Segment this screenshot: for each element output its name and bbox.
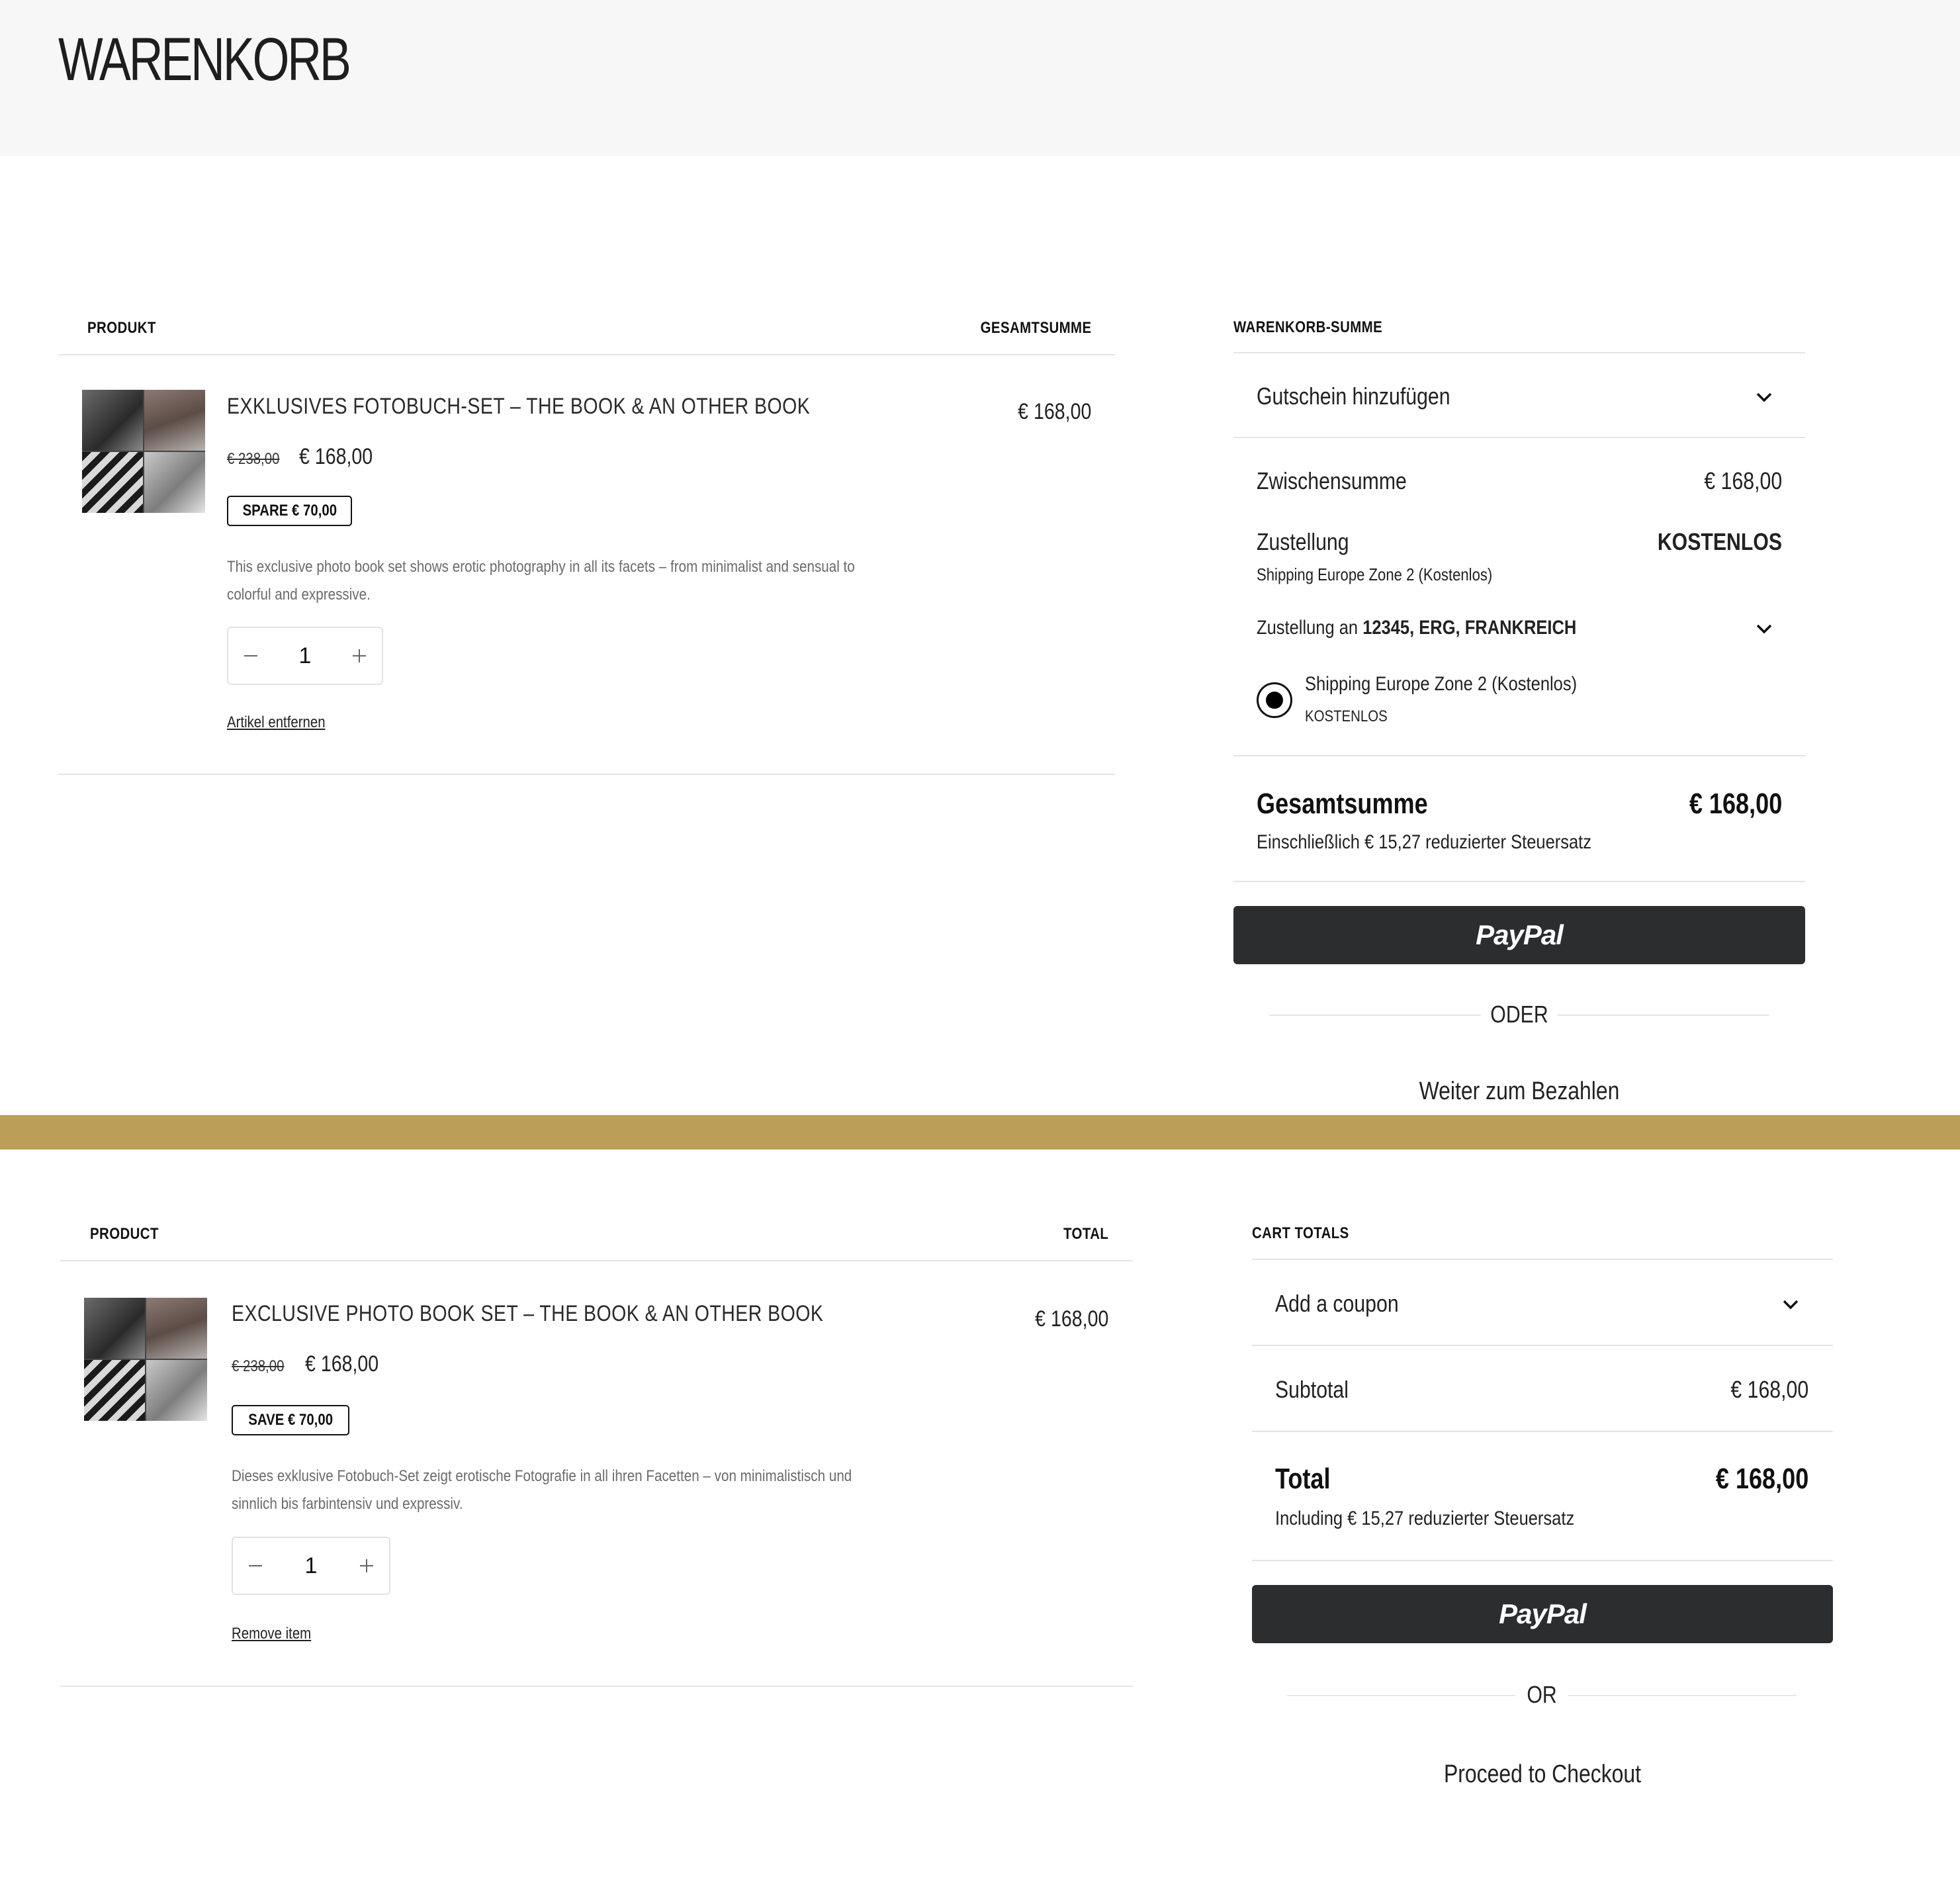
increase-quantity-button[interactable] <box>339 628 379 684</box>
summary-divider <box>1252 1560 1833 1561</box>
quantity-input[interactable]: 1 <box>271 628 339 684</box>
shipping-option-label[interactable]: Shipping Europe Zone 2 (Kostenlos) <box>1305 673 1577 696</box>
page-title: WARENKORB <box>58 26 351 93</box>
remove-item-link[interactable]: Artikel entfernen <box>227 713 326 732</box>
order-total-label: Total <box>1275 1463 1331 1495</box>
summary-divider <box>1252 1259 1833 1260</box>
product-thumbnail[interactable] <box>82 390 205 513</box>
product-description: This exclusive photo book set shows erot… <box>227 558 855 604</box>
remove-item-link[interactable]: Remove item <box>232 1625 311 1643</box>
sale-price: € 168,00 <box>305 1351 379 1377</box>
or-divider-right <box>1558 1015 1769 1016</box>
or-separator: OR <box>1527 1681 1557 1708</box>
product-name-link[interactable]: EXCLUSIVE PHOTO BOOK SET – THE BOOK & AN… <box>232 1301 823 1327</box>
tax-note: Einschließlich € 15,27 reduzierter Steue… <box>1257 831 1592 853</box>
cart-totals-heading: WARENKORB-SUMME <box>1233 318 1383 336</box>
subtotal-value: € 168,00 <box>1730 1376 1808 1403</box>
order-total-label: Gesamtsumme <box>1257 788 1428 820</box>
or-divider-right <box>1568 1695 1797 1696</box>
line-total: € 168,00 <box>1017 399 1091 424</box>
decrease-quantity-button[interactable] <box>236 1538 275 1594</box>
increase-quantity-button[interactable] <box>347 1538 386 1594</box>
regular-price: € 238,00 <box>227 450 280 468</box>
or-divider-left <box>1287 1695 1515 1696</box>
table-header-divider <box>60 1260 1133 1261</box>
column-header-total: GESAMTSUMME <box>980 319 1091 337</box>
chevron-down-icon[interactable] <box>1751 384 1777 410</box>
coupon-toggle[interactable]: Add a coupon <box>1275 1290 1399 1318</box>
section-divider <box>0 1115 1960 1150</box>
quantity-input[interactable]: 1 <box>275 1538 347 1594</box>
regular-price: € 238,00 <box>232 1357 285 1375</box>
quantity-stepper: 1 <box>232 1537 390 1595</box>
minus-icon <box>249 1565 262 1566</box>
subtotal-label: Subtotal <box>1275 1376 1349 1403</box>
plus-icon <box>353 649 366 662</box>
proceed-to-checkout-button[interactable]: Weiter zum Bezahlen <box>1279 1077 1760 1106</box>
table-header-divider <box>58 354 1115 355</box>
sale-price: € 168,00 <box>299 444 373 469</box>
paypal-button[interactable]: PayPal <box>1252 1585 1833 1643</box>
table-bottom-divider <box>58 774 1115 775</box>
product-description: Dieses exklusive Fotobuch-Set zeigt erot… <box>232 1467 852 1513</box>
decrease-quantity-button[interactable] <box>231 628 271 684</box>
shipping-value: KOSTENLOS <box>1657 528 1782 555</box>
cart-totals-heading: CART TOTALS <box>1252 1224 1349 1242</box>
subtotal-label: Zwischensumme <box>1257 467 1407 494</box>
summary-divider <box>1252 1431 1833 1432</box>
chevron-down-icon[interactable] <box>1751 615 1777 642</box>
tax-note: Including € 15,27 reduzierter Steuersatz <box>1275 1508 1575 1529</box>
summary-divider <box>1233 437 1805 438</box>
line-total: € 168,00 <box>1034 1306 1108 1332</box>
shipping-option-price: KOSTENLOS <box>1305 707 1388 725</box>
table-bottom-divider <box>60 1686 1133 1687</box>
column-header-total: TOTAL <box>1063 1225 1108 1243</box>
chevron-down-icon[interactable] <box>1777 1291 1804 1318</box>
summary-divider <box>1233 755 1805 756</box>
quantity-stepper: 1 <box>227 627 383 685</box>
savings-badge: SPARE € 70,00 <box>227 496 352 526</box>
shipping-destination-toggle[interactable]: Zustellung an 12345, ERG, FRANKREICH <box>1257 617 1576 639</box>
savings-badge: SAVE € 70,00 <box>232 1405 349 1435</box>
column-header-product: PRODUCT <box>90 1225 159 1243</box>
summary-divider <box>1252 1345 1833 1346</box>
order-total-value: € 168,00 <box>1689 788 1782 820</box>
minus-icon <box>244 655 257 656</box>
proceed-to-checkout-button[interactable]: Proceed to Checkout <box>1298 1760 1787 1789</box>
column-header-product: PRODUKT <box>87 319 156 337</box>
summary-divider <box>1233 352 1805 353</box>
paypal-button[interactable]: PayPal <box>1233 906 1805 964</box>
product-name-link[interactable]: EXKLUSIVES FOTOBUCH-SET – THE BOOK & AN … <box>227 394 810 420</box>
summary-divider <box>1233 881 1805 882</box>
shipping-method: Shipping Europe Zone 2 (Kostenlos) <box>1257 565 1493 584</box>
or-divider-left <box>1269 1015 1481 1016</box>
product-thumbnail[interactable] <box>84 1298 207 1421</box>
or-separator: ODER <box>1490 1001 1548 1028</box>
plus-icon <box>360 1559 373 1572</box>
shipping-label: Zustellung <box>1257 528 1349 555</box>
subtotal-value: € 168,00 <box>1704 467 1782 494</box>
coupon-toggle[interactable]: Gutschein hinzufügen <box>1257 383 1450 410</box>
shipping-option-radio[interactable] <box>1257 682 1292 718</box>
shipping-address: 12345, ERG, FRANKREICH <box>1362 617 1577 639</box>
order-total-value: € 168,00 <box>1715 1463 1808 1495</box>
